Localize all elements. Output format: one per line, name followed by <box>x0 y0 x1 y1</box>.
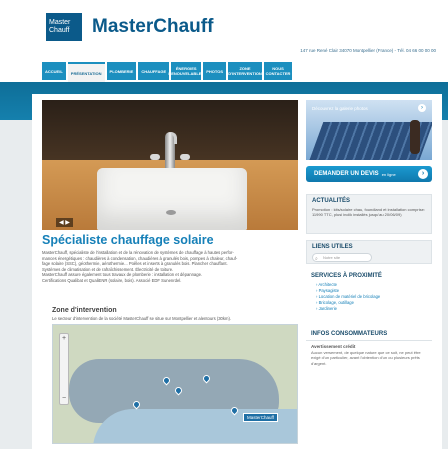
photo-gallery-banner[interactable]: Découvrez la galerie photos › <box>306 100 432 160</box>
intro-line: Certifications Qualibat et QualiENR (sol… <box>42 277 182 283</box>
nav-photos[interactable]: PHOTOS <box>203 62 227 80</box>
zone-description: Le secteur d'intervention de la société … <box>52 316 232 321</box>
consumer-info-text: Aucun versement, de quelque nature que c… <box>311 350 421 366</box>
quote-sublabel: en ligne <box>381 171 396 177</box>
brand-logo[interactable]: Master Chauff <box>46 13 82 41</box>
installer-image <box>410 120 420 154</box>
arrow-right-icon[interactable]: › <box>418 104 426 112</box>
news-text: Promotion : kits/solaire chau, foundland… <box>312 207 425 218</box>
search-placeholder: Notre site <box>323 255 341 260</box>
logo-line-2: Chauff <box>49 27 70 34</box>
consumer-info-subtitle: Avertissement crédit <box>311 344 356 349</box>
slideshow-controls[interactable]: ◀ ▶ <box>56 218 73 227</box>
news-box: ACTUALITÉS Promotion : kits/solaire chau… <box>306 194 432 234</box>
quote-label: DEMANDER UN DEVIS <box>314 171 379 177</box>
nav-contact[interactable]: NOUS CONTACTER <box>264 62 293 80</box>
page-title: Spécialiste chauffage solaire <box>42 233 214 247</box>
intro-text: MasterChauff, spécialiste de l'installat… <box>42 250 300 284</box>
links-box: LIENS UTILES ⌕ Notre site <box>306 240 432 264</box>
site-search-input[interactable]: ⌕ Notre site <box>312 253 372 262</box>
sink-drain <box>166 210 176 215</box>
map-business-label[interactable]: MasterChauff <box>243 413 278 422</box>
sink-image <box>97 168 247 230</box>
links-title: LIENS UTILES <box>312 244 353 250</box>
quote-request-button[interactable]: DEMANDER UN DEVIS en ligne › <box>306 166 432 182</box>
hero-slideshow[interactable]: ◀ ▶ <box>42 100 298 230</box>
consumer-info: INFOS CONSOMMATEURS Avertissement crédit… <box>306 328 432 366</box>
nav-chauffage[interactable]: CHAUFFAGE <box>138 62 170 80</box>
services-title: SERVICES À PROXIMITÉ <box>311 273 382 279</box>
gallery-caption: Découvrez la galerie photos <box>312 106 368 111</box>
logo-line-1: Master <box>49 19 71 26</box>
page-content: ◀ ▶ Spécialiste chauffage solaire Master… <box>32 94 442 449</box>
search-icon: ⌕ <box>315 256 318 262</box>
news-title: ACTUALITÉS <box>312 198 350 204</box>
intervention-map[interactable]: + − MasterChauff <box>52 324 298 444</box>
faucet-knob-right <box>180 154 190 160</box>
nearby-services: SERVICES À PROXIMITÉ Architecte Paysagis… <box>306 270 432 312</box>
map-zoom-control[interactable]: + − <box>59 333 69 405</box>
nav-presentation[interactable]: PRÉSENTATION <box>67 62 105 82</box>
brand-name[interactable]: MasterChauff <box>92 16 213 38</box>
zoom-in-button[interactable]: + <box>60 335 68 343</box>
zoom-out-button[interactable]: − <box>60 395 68 403</box>
nav-zone[interactable]: ZONE D'INTERVENTION <box>228 62 263 80</box>
nav-energies[interactable]: ÉNERGIES RENOUVELABLES <box>168 62 204 80</box>
service-link[interactable]: Jardinerie <box>316 306 432 312</box>
services-list: Architecte Paysagiste Location de matéri… <box>306 282 432 312</box>
zone-title: Zone d'intervention <box>52 307 117 314</box>
chevron-right-icon: › <box>418 169 428 179</box>
main-nav: ACCUEIL PRÉSENTATION PLOMBERIE CHAUFFAGE… <box>42 62 293 82</box>
nav-plomberie[interactable]: PLOMBERIE <box>106 62 137 80</box>
faucet-knob-left <box>150 154 160 160</box>
contact-address: 147 rue René Clair 34070 Montpellier (Fr… <box>300 48 436 53</box>
consumer-info-title: INFOS CONSOMMATEURS <box>306 328 432 341</box>
nav-accueil[interactable]: ACCUEIL <box>42 62 66 80</box>
